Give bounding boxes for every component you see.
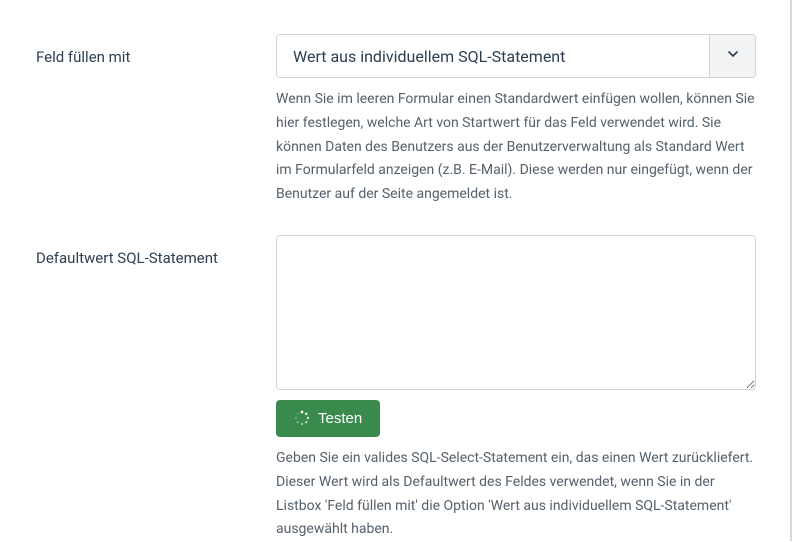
field-fill-control-col: Wert aus individuellem SQL-Statement Wen… [276, 34, 756, 207]
field-fill-label: Feld füllen mit [36, 34, 276, 66]
default-sql-row: Defaultwert SQL-Statement Testen Geben S… [36, 235, 756, 542]
default-sql-control-col: Testen Geben Sie ein valides SQL-Select-… [276, 235, 756, 542]
field-fill-row: Feld füllen mit Wert aus individuellem S… [36, 34, 756, 207]
field-fill-select[interactable]: Wert aus individuellem SQL-Statement [276, 34, 756, 78]
default-sql-textarea[interactable] [276, 235, 756, 390]
test-button-label: Testen [318, 410, 362, 427]
default-sql-help-text: Geben Sie ein valides SQL-Select-Stateme… [276, 447, 756, 542]
field-fill-select-toggle[interactable] [709, 35, 755, 77]
test-button[interactable]: Testen [276, 400, 380, 437]
default-sql-label: Defaultwert SQL-Statement [36, 235, 276, 267]
field-fill-help-text: Wenn Sie im leeren Formular einen Standa… [276, 88, 756, 207]
spinner-icon [294, 410, 310, 426]
field-fill-select-value[interactable]: Wert aus individuellem SQL-Statement [277, 35, 709, 77]
chevron-down-icon [725, 46, 741, 66]
